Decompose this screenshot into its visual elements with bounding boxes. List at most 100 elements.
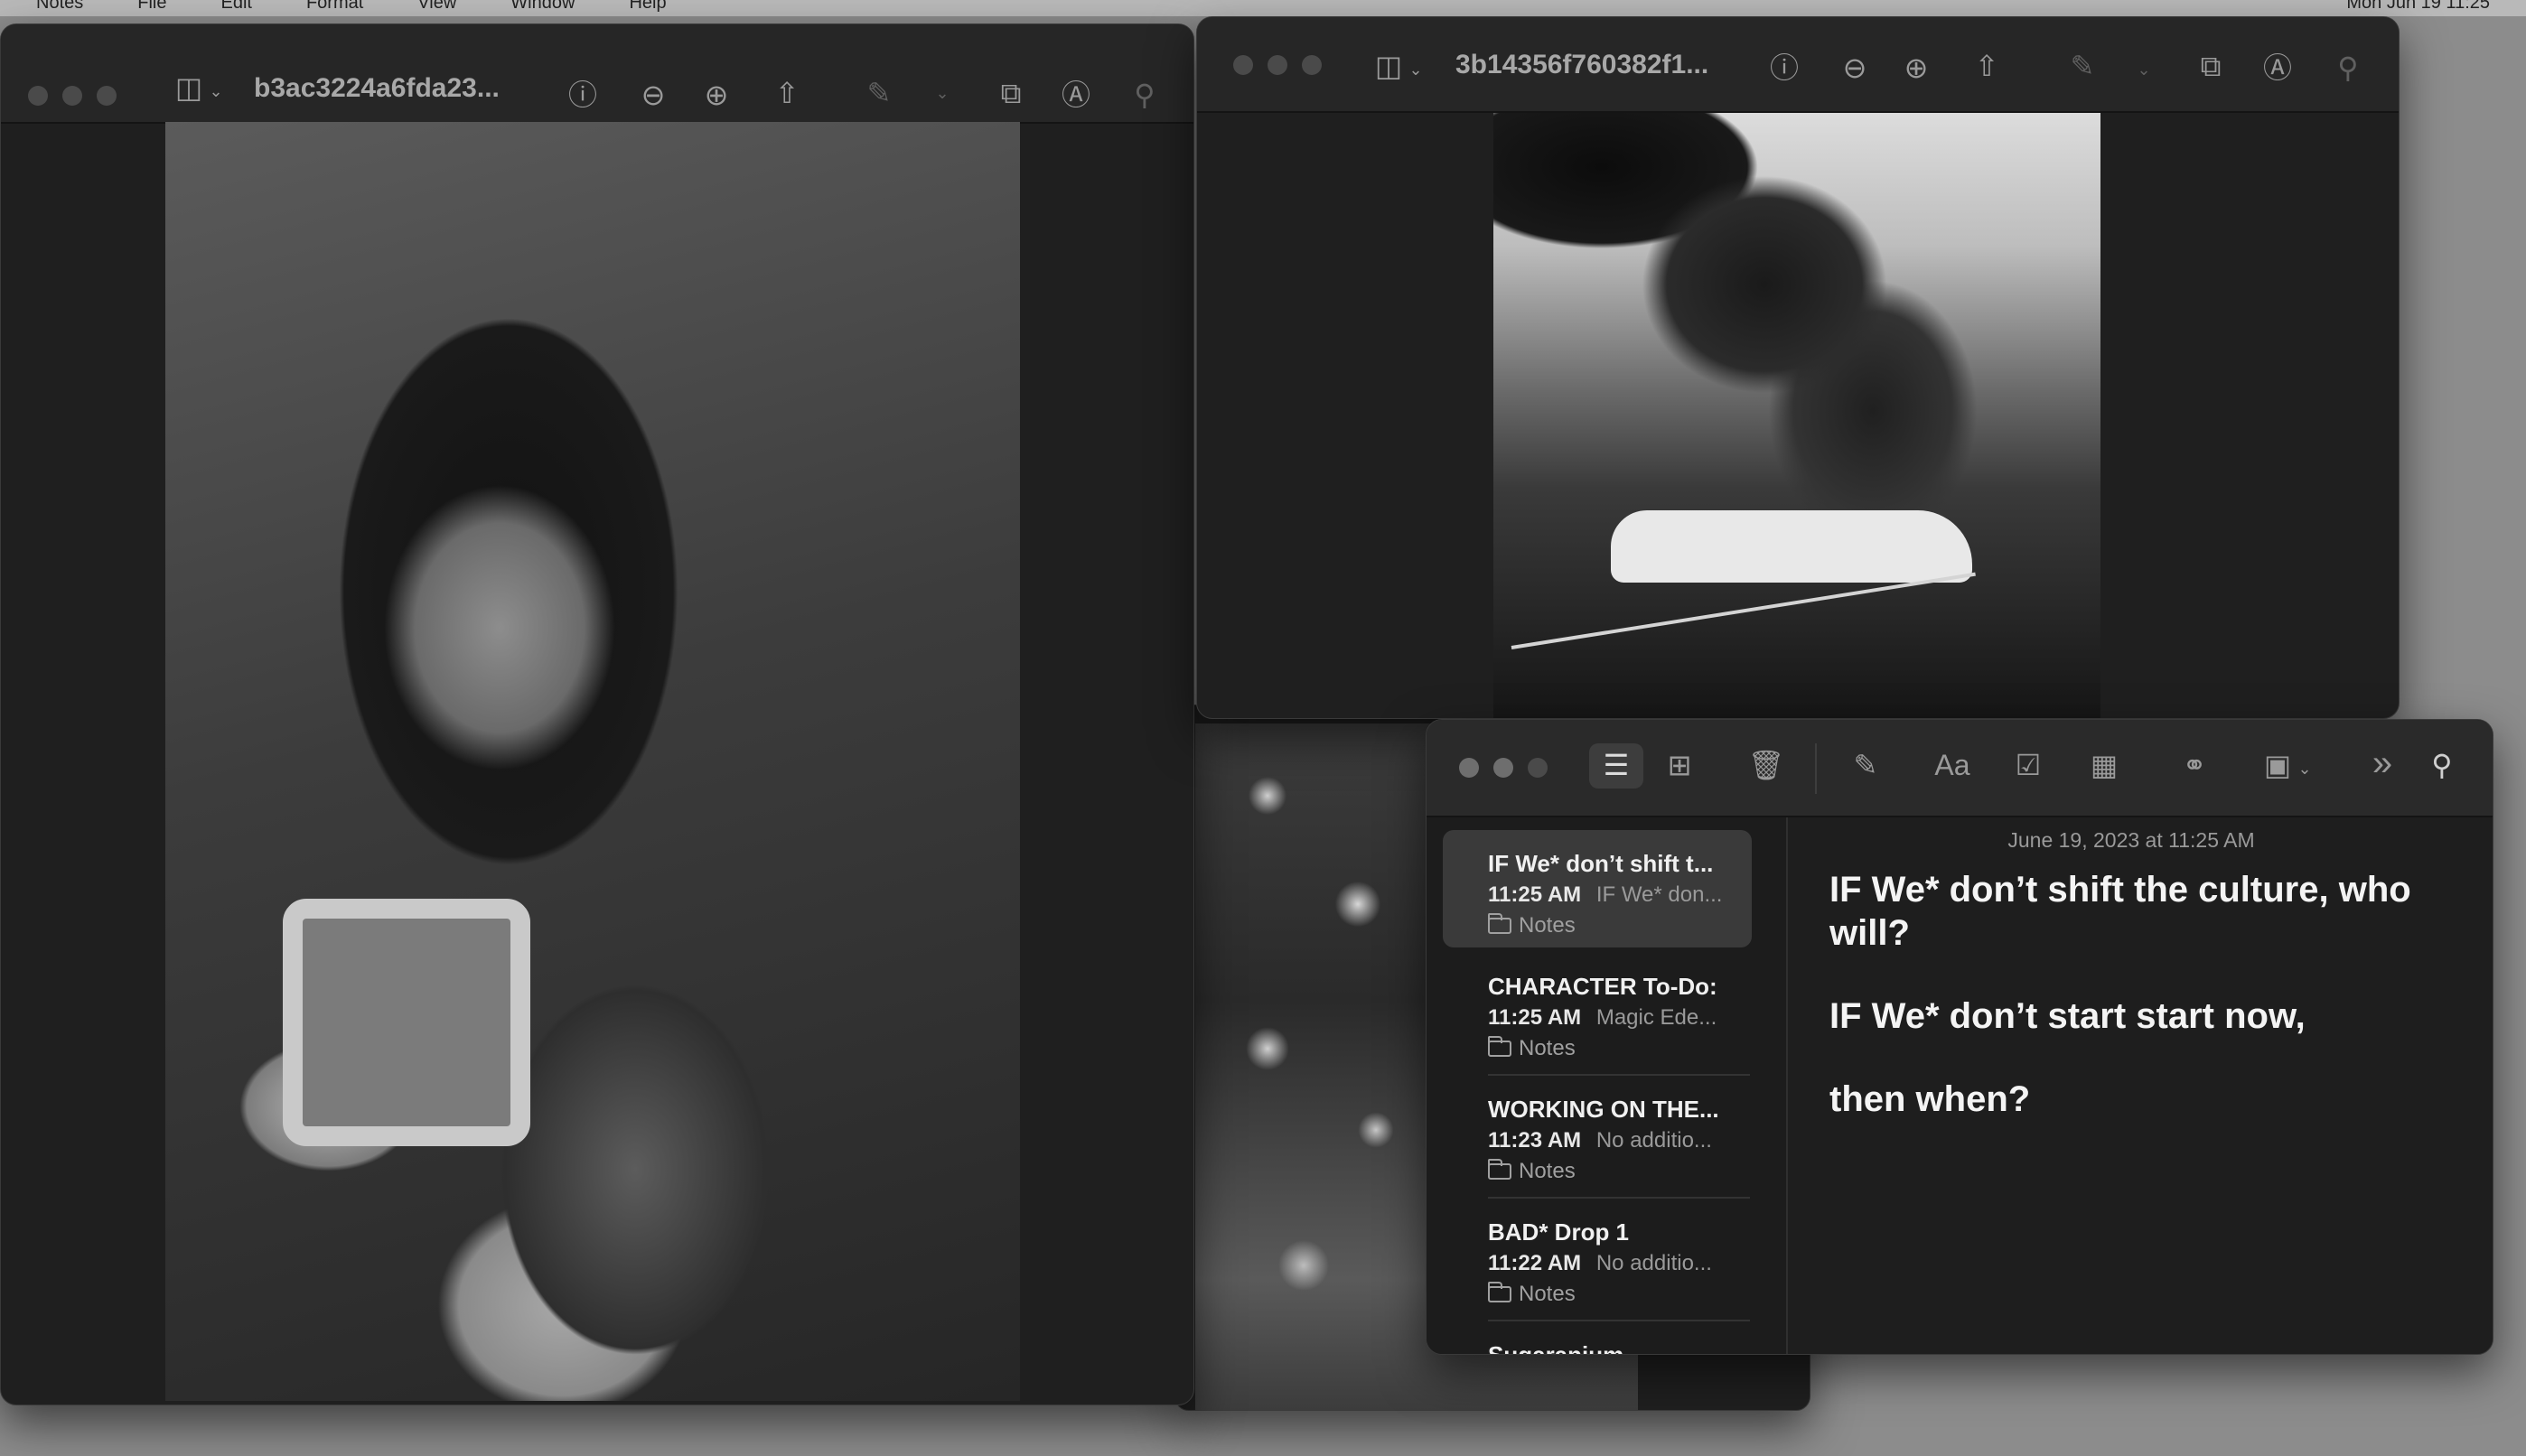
zoom-button[interactable]	[97, 86, 117, 106]
info-icon[interactable]: ⓘ	[563, 77, 603, 113]
rotate-icon[interactable]: ⧉	[991, 75, 1031, 111]
note-date: June 19, 2023 at 11:25 AM	[2007, 828, 2255, 852]
search-icon[interactable]: ⚲	[1125, 77, 1165, 113]
folder-icon	[1488, 1159, 1511, 1180]
menu-bar: Notes File Edit Format View Window Help …	[0, 0, 2526, 16]
minimize-button[interactable]	[62, 86, 82, 106]
note-preview: No additio...	[1595, 1251, 1712, 1275]
media-icon[interactable]: ▣	[2258, 747, 2297, 783]
search-icon[interactable]: ⚲	[2328, 50, 2368, 86]
note-title: IF We* don’t shift t...	[1488, 850, 1714, 877]
note-title: WORKING ON THE...	[1488, 1096, 1719, 1123]
menu-format[interactable]: Format	[306, 0, 363, 12]
chevron-down-icon[interactable]: ⌄	[205, 73, 227, 109]
compose-icon[interactable]: ✎	[1846, 747, 1885, 783]
note-editor[interactable]: June 19, 2023 at 11:25 AM IF We* don’t s…	[1788, 817, 2493, 1354]
rotate-icon[interactable]: ⧉	[2191, 48, 2231, 84]
trash-icon[interactable]: 🗑	[1746, 747, 1786, 783]
notes-toolbar[interactable]: ☰ ⊞ 🗑 ✎ Aa ☑ ▦ ⚭ ▣ ⌄ » ⚲	[1427, 720, 2493, 817]
note-title: BAD* Drop 1	[1488, 1218, 1630, 1246]
close-button[interactable]	[1459, 758, 1479, 778]
note-folder-label: Notes	[1519, 1282, 1576, 1306]
window-controls	[1459, 758, 1548, 778]
note-folder: Notes	[1488, 1282, 1576, 1307]
chevron-down-icon[interactable]: ⌄	[1405, 51, 1427, 88]
girl-camcorder-photo	[165, 122, 1020, 1401]
menu-help[interactable]: Help	[629, 0, 666, 12]
note-meta: 11:25 AM Magic Ede...	[1488, 1005, 1717, 1031]
more-toolbar-button[interactable]: »	[2362, 745, 2402, 781]
note-body[interactable]: IF We* don’t shift the culture, who will…	[1829, 868, 2462, 1121]
zoom-in-icon[interactable]: ⊕	[1896, 50, 1936, 86]
note-folder: Notes	[1488, 1036, 1576, 1061]
list-view-icon[interactable]: ☰	[1596, 747, 1636, 783]
preview-window-left[interactable]: ◫ ⌄ b3ac3224a6fda23... ⓘ ⊖ ⊕ ⇧ ✎ ⌄ ⧉ Ⓐ ⚲	[0, 23, 1194, 1405]
note-time: 11:25 AM	[1488, 1005, 1582, 1030]
checklist-icon[interactable]: ☑	[2008, 747, 2048, 783]
note-line-1[interactable]: IF We* don’t shift the culture, who will…	[1829, 868, 2462, 955]
close-button[interactable]	[28, 86, 48, 106]
zoom-in-icon[interactable]: ⊕	[697, 77, 736, 113]
menubar-clock[interactable]: Mon Jun 19 11:25	[2346, 0, 2490, 12]
sidebar-toggle-icon[interactable]: ◫	[1369, 48, 1408, 84]
close-button[interactable]	[1233, 55, 1253, 75]
burning-car-photo	[1493, 113, 2100, 718]
note-line-2[interactable]: IF We* don’t start start now,	[1829, 994, 2462, 1038]
minimize-button[interactable]	[1493, 758, 1513, 778]
note-time: 11:23 AM	[1488, 1128, 1582, 1153]
note-title: CHARACTER To-Do:	[1488, 973, 1717, 1000]
note-folder-label: Notes	[1519, 913, 1576, 938]
zoom-out-icon[interactable]: ⊖	[1835, 50, 1875, 86]
format-text-button[interactable]: Aa	[1927, 747, 1978, 783]
search-icon[interactable]: ⚲	[2422, 747, 2462, 783]
notes-list: IF We* don’t shift t... 11:25 AM IF We* …	[1427, 817, 1788, 1354]
note-meta: 11:22 AM No additio...	[1488, 1251, 1712, 1276]
markup-pen-icon[interactable]: ✎	[859, 75, 899, 111]
note-folder-label: Notes	[1519, 1036, 1576, 1060]
menu-edit[interactable]: Edit	[220, 0, 251, 12]
list-item[interactable]: Sugaranium	[1443, 1321, 1752, 1354]
note-folder: Notes	[1488, 913, 1576, 938]
collaborate-icon[interactable]: ⚭	[2175, 747, 2214, 783]
gallery-view-icon[interactable]: ⊞	[1660, 747, 1699, 783]
markup-chevron-icon[interactable]: ⌄	[2133, 51, 2155, 88]
minimize-button[interactable]	[1268, 55, 1287, 75]
sidebar-toggle-icon[interactable]: ◫	[169, 70, 209, 106]
road-line	[1511, 572, 1976, 649]
zoom-button[interactable]	[1528, 758, 1548, 778]
share-icon[interactable]: ⇧	[767, 75, 807, 111]
list-item[interactable]: IF We* don’t shift t... 11:25 AM IF We* …	[1443, 830, 1752, 947]
zoom-button[interactable]	[1302, 55, 1322, 75]
folder-icon	[1488, 1282, 1511, 1302]
list-item[interactable]: BAD* Drop 1 11:22 AM No additio... Notes	[1443, 1199, 1752, 1316]
car-shape	[1611, 510, 1972, 583]
menu-file[interactable]: File	[137, 0, 166, 12]
zoom-out-icon[interactable]: ⊖	[633, 77, 673, 113]
menu-view[interactable]: View	[417, 0, 456, 12]
menu-items: Notes File Edit Format View Window Help	[36, 0, 667, 12]
note-folder-label: Notes	[1519, 1159, 1576, 1183]
preview-window-right[interactable]: ◫ ⌄ 3b14356f760382f1... ⓘ ⊖ ⊕ ⇧ ✎ ⌄ ⧉ Ⓐ …	[1196, 16, 2400, 719]
note-time: 11:22 AM	[1488, 1251, 1582, 1275]
markup-pen-icon[interactable]: ✎	[2063, 48, 2102, 84]
markup-chevron-icon[interactable]: ⌄	[931, 75, 953, 111]
menu-notes[interactable]: Notes	[36, 0, 83, 12]
window-controls	[1233, 55, 1322, 75]
notes-window[interactable]: ☰ ⊞ 🗑 ✎ Aa ☑ ▦ ⚭ ▣ ⌄ » ⚲ IF We* don’t sh…	[1426, 719, 2493, 1355]
annotate-icon[interactable]: Ⓐ	[2258, 50, 2297, 86]
media-chevron-icon[interactable]: ⌄	[2294, 751, 2316, 787]
camcorder-screen	[283, 899, 530, 1146]
note-preview: No additio...	[1595, 1128, 1712, 1153]
note-line-3[interactable]: then when?	[1829, 1078, 2462, 1121]
folder-icon	[1488, 1036, 1511, 1057]
annotate-icon[interactable]: Ⓐ	[1056, 77, 1096, 113]
list-item[interactable]: WORKING ON THE... 11:23 AM No additio...…	[1443, 1076, 1752, 1193]
table-icon[interactable]: ▦	[2084, 747, 2124, 783]
share-icon[interactable]: ⇧	[1967, 48, 2007, 84]
preview-right-titlebar[interactable]: ◫ ⌄ 3b14356f760382f1... ⓘ ⊖ ⊕ ⇧ ✎ ⌄ ⧉ Ⓐ …	[1197, 17, 2399, 113]
toolbar-divider	[1815, 743, 1817, 794]
menu-window[interactable]: Window	[510, 0, 575, 12]
list-item[interactable]: CHARACTER To-Do: 11:25 AM Magic Ede... N…	[1443, 953, 1752, 1070]
preview-left-titlebar[interactable]: ◫ ⌄ b3ac3224a6fda23... ⓘ ⊖ ⊕ ⇧ ✎ ⌄ ⧉ Ⓐ ⚲	[1, 24, 1193, 124]
info-icon[interactable]: ⓘ	[1764, 50, 1804, 86]
